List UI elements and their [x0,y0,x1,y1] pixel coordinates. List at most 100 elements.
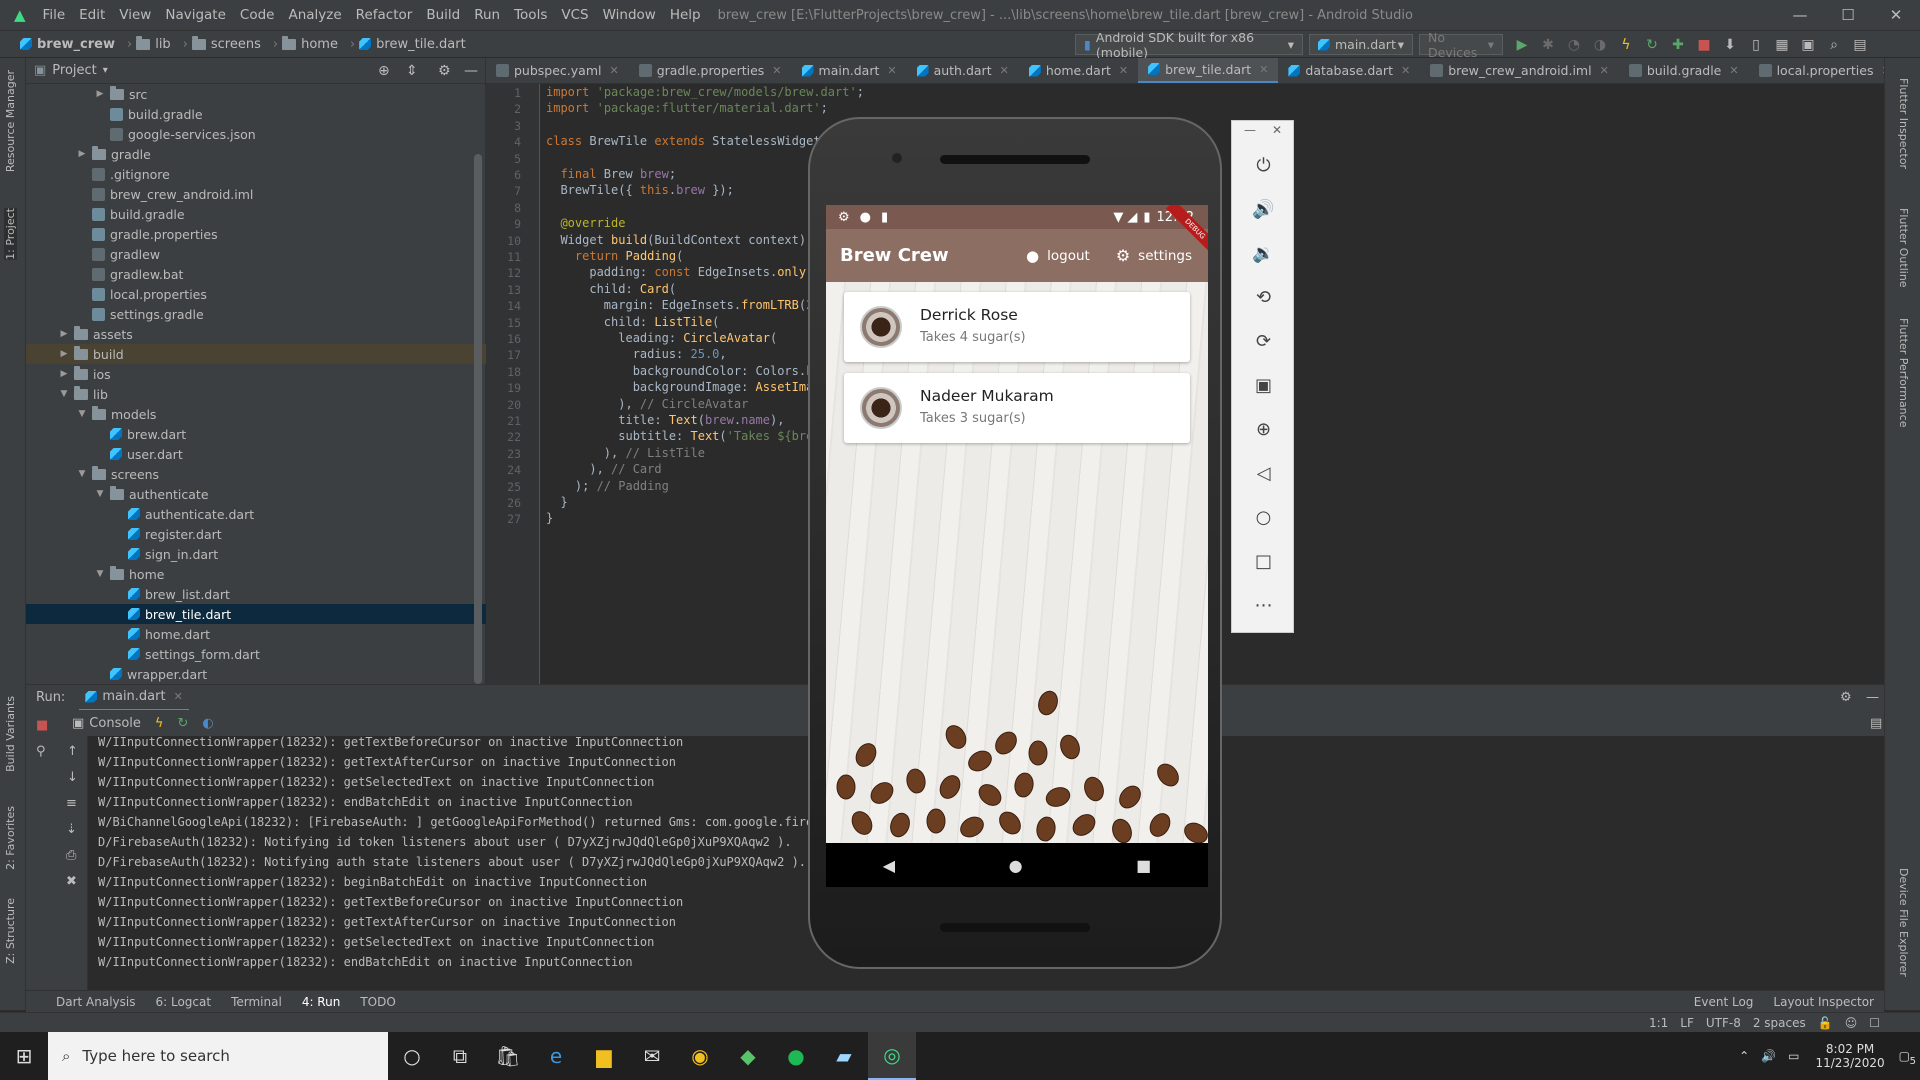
tree-folder[interactable]: ▶ gradle [26,144,486,164]
search-icon[interactable]: ⌕ [1826,37,1842,53]
lock-icon[interactable]: 🔓 [1818,1016,1833,1030]
tree-folder[interactable]: ▼ home [26,564,486,584]
tree-file[interactable]: build.gradle [26,204,486,224]
file-explorer-icon[interactable]: ▆ [580,1032,628,1080]
close-tab-icon[interactable]: ✕ [609,64,618,77]
chrome-icon[interactable]: ◉ [676,1032,724,1080]
collapse-icon[interactable]: ⇕ [406,63,418,79]
back-icon[interactable]: ◁ [1232,451,1295,495]
close-tab-icon[interactable]: ✕ [772,64,781,77]
power-icon[interactable]: ⏻ [1232,143,1295,187]
maximize-button[interactable]: ☐ [1824,0,1872,30]
menu-run[interactable]: Run [467,7,507,23]
editor-tab[interactable]: auth.dart ✕ [907,58,1019,83]
layout-icon[interactable]: ▤ [1870,716,1882,731]
taskbar-search-box[interactable]: ⌕ Type here to search [48,1032,388,1080]
mail-icon[interactable]: ✉ [628,1032,676,1080]
store-icon[interactable]: 🛍 [484,1032,532,1080]
tab-flutter-outline[interactable]: Flutter Outline [1897,208,1910,288]
editor-tab[interactable]: brew_crew_android.iml ✕ [1420,58,1619,83]
maps-icon[interactable]: ◆ [724,1032,772,1080]
rotate-left-icon[interactable]: ⟲ [1232,275,1295,319]
file-encoding[interactable]: UTF-8 [1706,1016,1741,1030]
menu-help[interactable]: Help [663,7,708,23]
tree-file[interactable]: build.gradle [26,104,486,124]
chevron-down-icon[interactable]: ▾ [103,65,108,76]
notification-center-icon[interactable]: ▢ 5 [1899,1049,1916,1067]
expand-arrow-icon[interactable]: ▼ [58,389,70,399]
camera-icon[interactable]: ▣ [1232,363,1295,407]
tree-folder[interactable]: ▶ src [26,84,486,104]
tree-file[interactable]: gradlew.bat [26,264,486,284]
menu-refactor[interactable]: Refactor [349,7,420,23]
expand-arrow-icon[interactable]: ▼ [76,409,88,419]
profile-icon[interactable]: ◔ [1566,37,1582,53]
breadcrumb-project[interactable]: brew_crew [16,37,119,52]
expand-arrow-icon[interactable]: ▼ [94,569,106,579]
layout-icon[interactable]: ▤ [1852,37,1868,53]
tree-file[interactable]: brew_list.dart [26,584,486,604]
android-studio-icon[interactable]: ◎ [868,1032,916,1080]
down-arrow-icon[interactable]: ↓ [67,770,78,785]
breadcrumb-screens[interactable]: screens [211,37,261,52]
hot-reload-icon[interactable]: ϟ [155,716,164,731]
line-separator[interactable]: LF [1680,1016,1694,1030]
tree-file[interactable]: register.dart [26,524,486,544]
device-manager-icon[interactable]: ▣ [1800,37,1816,53]
tab-run[interactable]: 4: Run [302,995,341,1009]
tree-folder[interactable]: ▶ assets [26,324,486,344]
brew-tile[interactable]: Derrick Rose Takes 4 sugar(s) [844,292,1190,362]
tab-todo[interactable]: TODO [360,995,395,1009]
collapse-arrow-icon[interactable]: ▶ [58,349,70,359]
tree-folder[interactable]: ▼ models [26,404,486,424]
edge-icon[interactable]: e [532,1032,580,1080]
cortana-icon[interactable]: ○ [388,1032,436,1080]
console-tab[interactable]: ▣ Console [72,716,141,731]
more-icon[interactable]: ⋯ [1232,583,1295,627]
tree-file[interactable]: wrapper.dart [26,664,486,684]
task-view-icon[interactable]: ⧉ [436,1032,484,1080]
menu-code[interactable]: Code [233,7,282,23]
tree-file[interactable]: sign_in.dart [26,544,486,564]
tree-file[interactable]: local.properties [26,284,486,304]
close-tab-icon[interactable]: ✕ [1259,63,1268,76]
back-button-icon[interactable]: ◀ [883,856,895,875]
project-panel-title[interactable]: Project [52,63,96,78]
zoom-icon[interactable]: ⊕ [1232,407,1295,451]
tab-flutter-performance[interactable]: Flutter Performance [1897,318,1910,427]
menu-file[interactable]: File [36,7,73,23]
tree-file[interactable]: brew_tile.dart [26,604,486,624]
editor-tab[interactable]: build.gradle ✕ [1619,58,1749,83]
collapse-arrow-icon[interactable]: ▶ [76,149,88,159]
minimize-button[interactable]: — [1776,0,1824,30]
scroll-end-icon[interactable]: ⇣ [66,822,77,837]
tray-expand-icon[interactable]: ⌃ [1739,1049,1749,1063]
collapse-arrow-icon[interactable]: ▶ [94,89,106,99]
language-icon[interactable]: ▭ [1788,1049,1799,1063]
home-button-icon[interactable]: ● [1009,856,1023,875]
hot-restart-icon[interactable]: ↻ [1644,37,1660,53]
volume-up-icon[interactable]: 🔊 [1232,187,1295,231]
notification-icon[interactable]: ☐ [1869,1016,1880,1030]
editor-tab[interactable]: pubspec.yaml ✕ [486,58,629,83]
layout-inspector-link[interactable]: Layout Inspector [1773,995,1874,1009]
tree-folder[interactable]: ▼ authenticate [26,484,486,504]
menu-view[interactable]: View [112,7,158,23]
gear-icon[interactable]: ⚙ [438,63,451,79]
tree-folder[interactable]: ▶ ios [26,364,486,384]
menu-analyze[interactable]: Analyze [281,7,348,23]
breadcrumb-home[interactable]: home [301,37,338,52]
hot-reload-icon[interactable]: ϟ [1618,37,1634,53]
stop-icon[interactable]: ■ [36,718,48,733]
close-icon[interactable]: ✕ [174,690,183,703]
devtools-icon[interactable]: ◐ [202,716,213,731]
pin-icon[interactable]: ⚲ [36,744,46,759]
inspector-icon[interactable]: ☺ [1845,1016,1858,1030]
editor-tab[interactable]: gradle.properties ✕ [629,58,792,83]
scrollbar[interactable] [474,154,482,684]
caret-position[interactable]: 1:1 [1649,1016,1668,1030]
close-tab-icon[interactable]: ✕ [1401,64,1410,77]
run-config-tab[interactable]: main.dart ✕ [79,685,189,711]
editor-tab[interactable]: brew_tile.dart ✕ [1138,58,1279,83]
tree-folder[interactable]: ▶ build [26,344,486,364]
